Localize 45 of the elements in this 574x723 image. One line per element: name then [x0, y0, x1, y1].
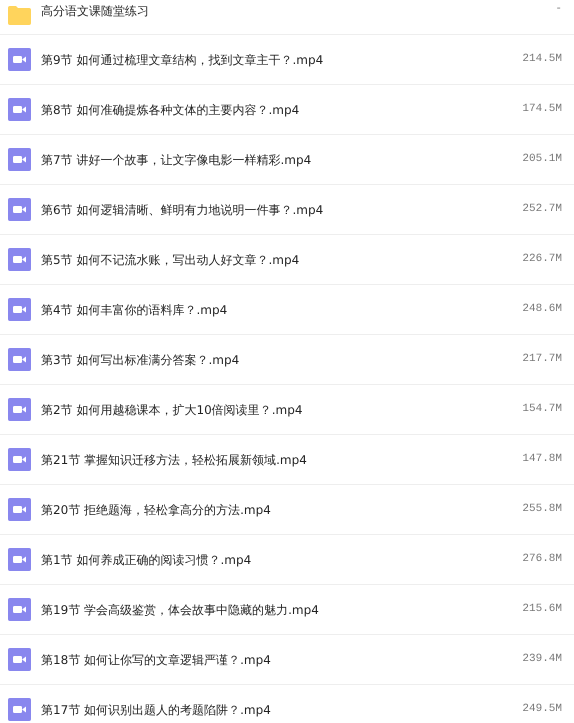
file-name[interactable]: 第17节 如何识别出题人的考题陷阱？.mp4: [41, 700, 522, 718]
file-name[interactable]: 第5节 如何不记流水账，写出动人好文章？.mp4: [41, 250, 522, 268]
file-size: -: [555, 2, 562, 18]
video-file-icon: [8, 648, 31, 671]
video-file-icon: [8, 398, 31, 421]
file-name[interactable]: 第6节 如何逻辑清晰、鲜明有力地说明一件事？.mp4: [41, 200, 522, 218]
file-name[interactable]: 第3节 如何写出标准满分答案？.mp4: [41, 350, 522, 368]
file-size: 214.5M: [522, 52, 562, 68]
file-name[interactable]: 第4节 如何丰富你的语料库？.mp4: [41, 300, 522, 318]
video-file-icon: [8, 98, 31, 121]
file-name[interactable]: 第18节 如何让你写的文章逻辑严谨？.mp4: [41, 650, 522, 668]
file-name[interactable]: 第7节 讲好一个故事，让文字像电影一样精彩.mp4: [41, 150, 522, 168]
folder-name[interactable]: 高分语文课随堂练习: [41, 2, 556, 20]
video-file-icon: [8, 598, 31, 621]
file-size: 174.5M: [522, 102, 562, 118]
file-size: 249.5M: [522, 702, 562, 718]
file-size: 248.6M: [522, 302, 562, 318]
file-name[interactable]: 第19节 学会高级鉴赏，体会故事中隐藏的魅力.mp4: [41, 600, 522, 618]
video-file-icon: [8, 698, 31, 721]
file-size: 217.7M: [522, 352, 562, 368]
file-name[interactable]: 第1节 如何养成正确的阅读习惯？.mp4: [41, 550, 522, 568]
file-size: 255.8M: [522, 502, 562, 518]
file-size: 215.6M: [522, 602, 562, 618]
video-file-icon: [8, 148, 31, 171]
file-size: 205.1M: [522, 152, 562, 168]
file-name[interactable]: 第21节 掌握知识迁移方法，轻松拓展新领域.mp4: [41, 450, 522, 468]
file-name[interactable]: 第8节 如何准确提炼各种文体的主要内容？.mp4: [41, 100, 522, 118]
file-name[interactable]: 第20节 拒绝题海，轻松拿高分的方法.mp4: [41, 500, 522, 518]
file-name[interactable]: 第9节 如何通过梳理文章结构，找到文章主干？.mp4: [41, 50, 522, 68]
video-file-icon: [8, 448, 31, 471]
video-file-icon: [8, 548, 31, 571]
video-file-icon: [8, 198, 31, 221]
file-size: 226.7M: [522, 252, 562, 268]
folder-icon: [8, 6, 31, 25]
video-file-icon: [8, 248, 31, 271]
file-size: 239.4M: [522, 652, 562, 668]
video-file-icon: [8, 498, 31, 521]
file-size: 252.7M: [522, 202, 562, 218]
video-file-icon: [8, 48, 31, 71]
file-size: 147.8M: [522, 452, 562, 468]
file-size: 276.8M: [522, 552, 562, 568]
video-file-icon: [8, 348, 31, 371]
file-size: 154.7M: [522, 402, 562, 418]
video-file-icon: [8, 298, 31, 321]
file-name[interactable]: 第2节 如何用越稳课本，扩大10倍阅读里？.mp4: [41, 400, 522, 418]
